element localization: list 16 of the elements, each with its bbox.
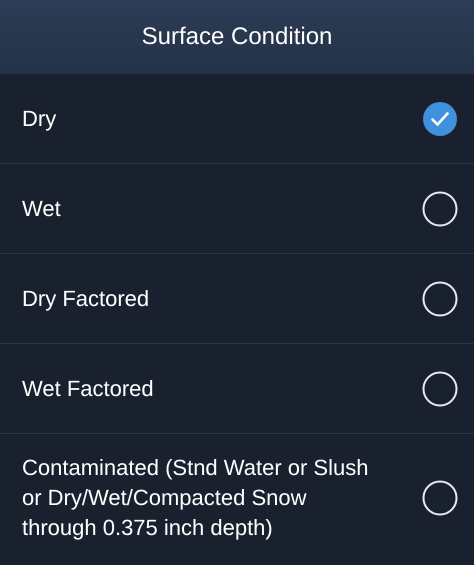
option-label: Contaminated (Stnd Water or Slush or Dry/Wet/Compacted Snow through 0.375 inch depth) [22, 454, 370, 542]
option-label: Dry Factored [22, 284, 150, 313]
screen-title: Surface Condition [142, 23, 332, 51]
checked-radio-icon[interactable] [422, 100, 458, 136]
option-label: Dry [22, 104, 56, 133]
radio-icon[interactable] [422, 480, 458, 516]
radio-icon[interactable] [422, 190, 458, 226]
radio-icon[interactable] [422, 280, 458, 316]
option-row[interactable]: Wet [0, 164, 474, 254]
option-label: Wet Factored [22, 374, 154, 402]
option-label: Wet [22, 194, 61, 222]
radio-icon[interactable] [422, 370, 458, 406]
option-row[interactable]: Wet Factored [0, 344, 474, 434]
option-row[interactable]: Dry Factored [0, 254, 474, 344]
option-row[interactable]: Contaminated (Stnd Water or Slush or Dry/Wet/Compacted Snow through 0.375 inch depth) [0, 434, 474, 562]
option-row[interactable]: Dry [0, 74, 474, 164]
